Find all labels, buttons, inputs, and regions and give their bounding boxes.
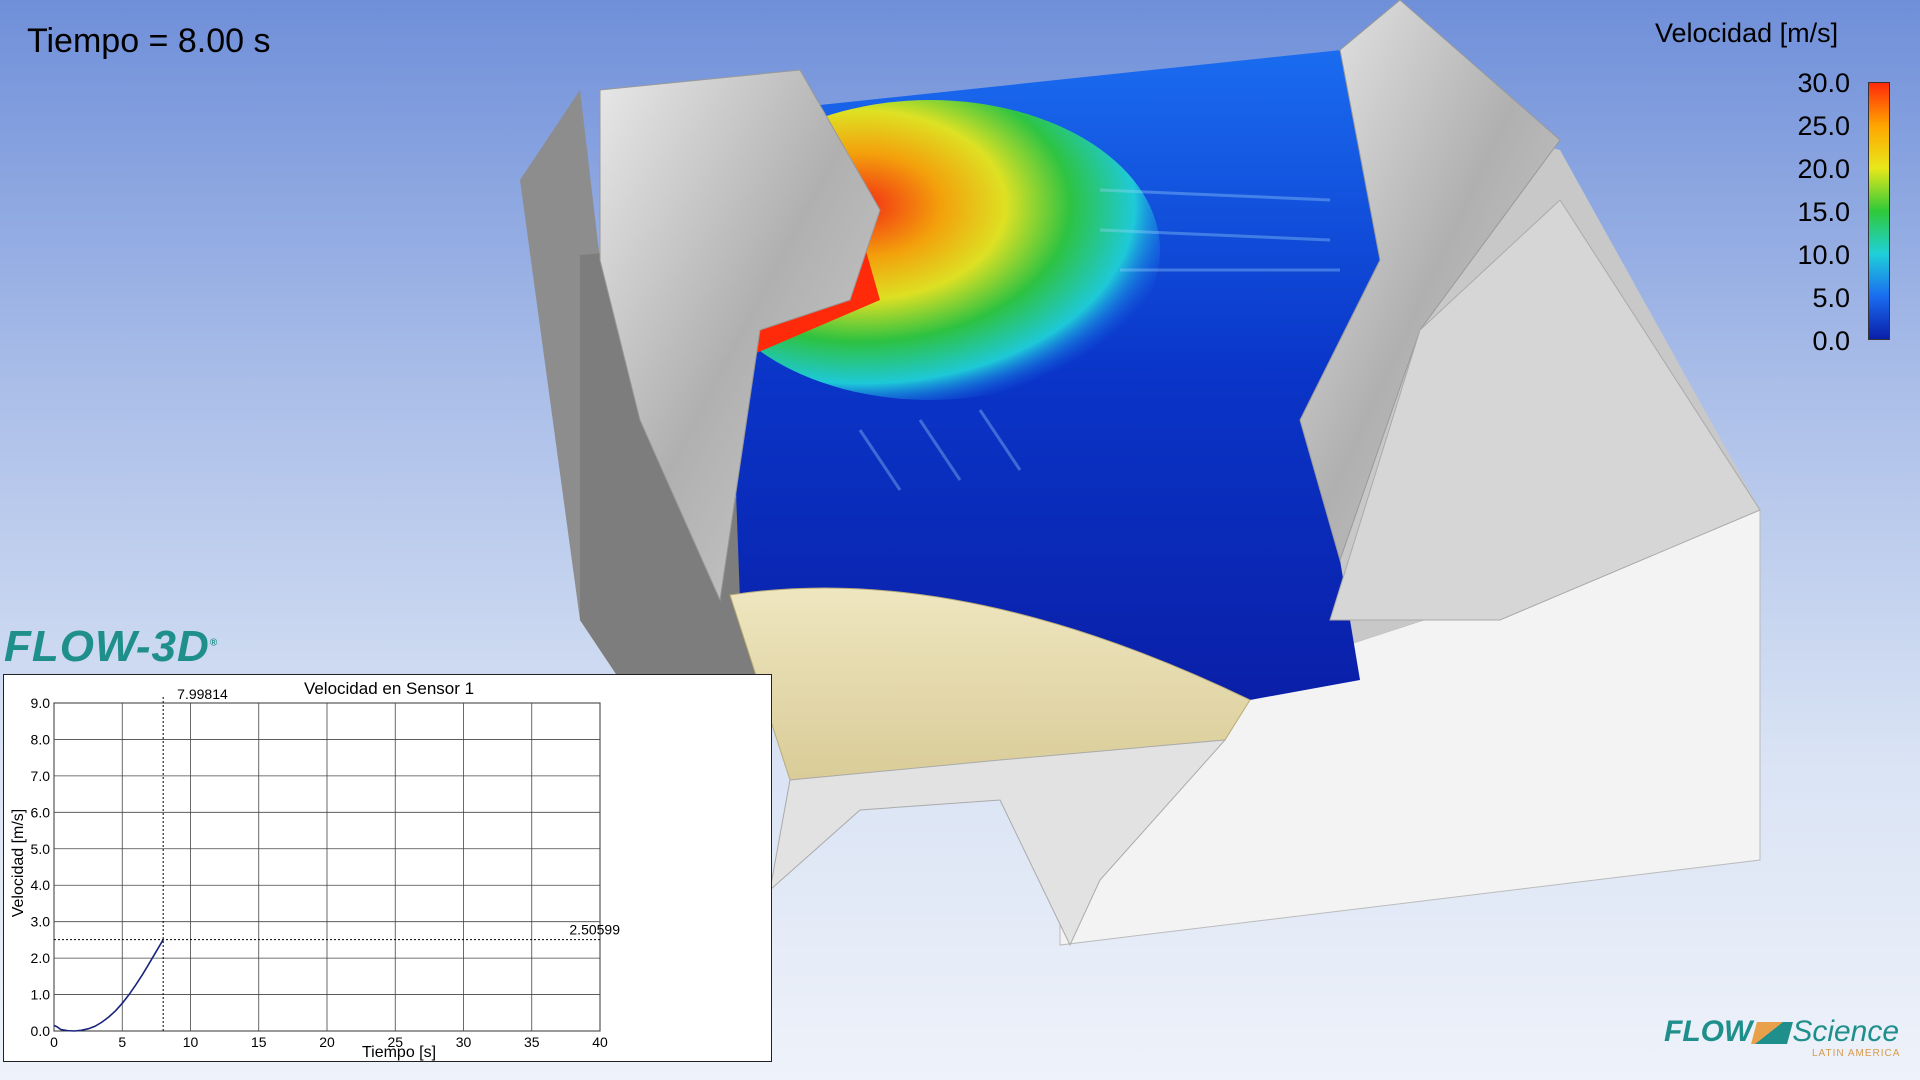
y-tick-label: 7.0 xyxy=(31,768,51,784)
y-tick-label: 9.0 xyxy=(31,695,51,711)
sensor-chart: Velocidad en Sensor 1 0 5 10 15 20 25 30 35 400.… xyxy=(10,679,620,1061)
x-tick-label: 30 xyxy=(456,1034,472,1050)
flowscience-subtitle: LATIN AMERICA xyxy=(1812,1048,1901,1059)
colorbar-tick: 0.0 xyxy=(1812,326,1850,356)
x-tick-label: 40 xyxy=(592,1034,608,1050)
flow3d-logo: FLOW-3D® xyxy=(4,622,219,671)
x-tick-label: 0 xyxy=(50,1034,58,1050)
chart-xlabel: Tiempo [s] xyxy=(362,1044,436,1061)
y-tick-label: 4.0 xyxy=(31,877,51,893)
colorbar-tick: 10.0 xyxy=(1797,240,1850,270)
series-line xyxy=(53,939,164,1032)
colorbar-tick: 5.0 xyxy=(1812,283,1850,313)
x-tick-label: 35 xyxy=(524,1034,540,1050)
y-tick-label: 2.0 xyxy=(31,950,51,966)
flowscience-mark-icon xyxy=(1751,1022,1794,1045)
cursor-x-label: 7.99814 xyxy=(177,686,228,702)
y-tick-label: 5.0 xyxy=(31,841,51,857)
colorbar-tick: 20.0 xyxy=(1797,154,1850,184)
chart-grid xyxy=(53,702,601,1032)
colorbar-tick: 15.0 xyxy=(1797,197,1850,227)
chart-ticks: 0 5 10 15 20 25 30 35 400.01.02.03.04.05.06.07.0… xyxy=(31,695,608,1050)
colorbar-tick: 25.0 xyxy=(1797,111,1850,141)
colorbar-tick: 30.0 xyxy=(1797,68,1850,98)
x-tick-label: 15 xyxy=(251,1034,267,1050)
x-tick-label: 20 xyxy=(319,1034,335,1050)
y-tick-label: 8.0 xyxy=(31,731,51,747)
chart-ylabel: Velocidad [m/s] xyxy=(10,809,27,918)
y-tick-label: 6.0 xyxy=(31,804,51,820)
velocity-colorbar xyxy=(1868,82,1890,340)
y-tick-label: 3.0 xyxy=(31,914,51,930)
flowscience-logo: FLOW Science xyxy=(1664,1015,1900,1048)
chart-title: Velocidad en Sensor 1 xyxy=(304,679,474,698)
chart-series xyxy=(53,939,164,1032)
y-tick-label: 1.0 xyxy=(31,987,51,1003)
x-tick-label: 5 xyxy=(118,1034,126,1050)
colorbar-title: Velocidad [m/s] xyxy=(1655,18,1839,48)
cursor-y-label: 2.50599 xyxy=(569,922,620,938)
x-tick-label: 10 xyxy=(183,1034,199,1050)
y-tick-label: 0.0 xyxy=(31,1023,51,1039)
sensor-chart-panel: Velocidad en Sensor 1 0 5 10 15 20 25 30 35 40 0.… xyxy=(3,674,772,1062)
